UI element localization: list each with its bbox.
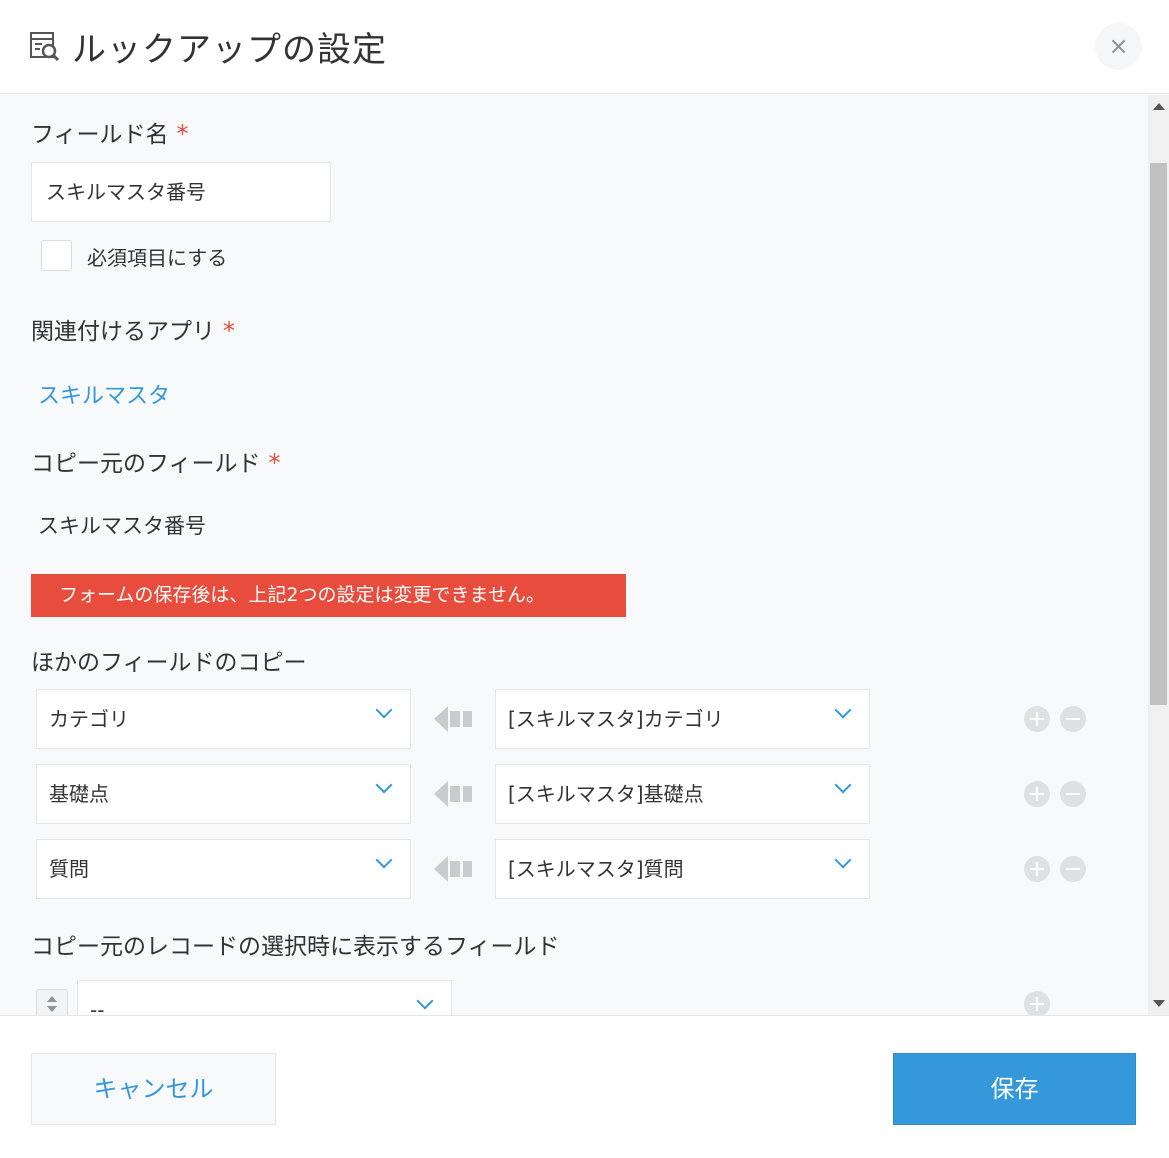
display-fields-label: コピー元のレコードの選択時に表示するフィールド xyxy=(31,934,560,960)
related-app-label: 関連付けるアプリ * xyxy=(31,317,235,345)
chevron-down-icon xyxy=(834,701,852,719)
chevron-down-icon xyxy=(834,776,852,794)
display-field-select[interactable]: -- xyxy=(77,980,452,1015)
copy-other-label: ほかのフィールドのコピー xyxy=(31,650,307,676)
required-checkbox[interactable] xyxy=(41,240,72,271)
sort-arrows-icon xyxy=(47,996,57,1012)
arrow-left-icon xyxy=(434,706,472,732)
reorder-handle[interactable] xyxy=(36,989,68,1015)
source-field-label: コピー元のフィールド * xyxy=(31,449,281,477)
chevron-down-icon xyxy=(375,776,393,794)
dialog-footer: キャンセル 保存 xyxy=(0,1015,1169,1158)
target-field-select[interactable]: 基礎点 xyxy=(36,764,411,824)
close-icon: × xyxy=(1108,32,1129,60)
required-mark: * xyxy=(223,317,235,345)
lookup-icon xyxy=(30,32,60,62)
warning-banner: フォームの保存後は、上記2つの設定は変更できません。 xyxy=(31,574,626,617)
target-field-select[interactable]: 質問 xyxy=(36,839,411,899)
add-row-button[interactable] xyxy=(1024,706,1050,732)
dialog-title: ルックアップの設定 xyxy=(72,30,387,70)
chevron-down-icon xyxy=(834,851,852,869)
save-button[interactable]: 保存 xyxy=(893,1053,1136,1125)
dialog-header: ルックアップの設定 × xyxy=(0,0,1169,94)
scrollbar-thumb[interactable] xyxy=(1150,163,1167,705)
source-field-select[interactable]: [スキルマスタ]質問 xyxy=(495,839,870,899)
arrow-left-icon xyxy=(434,856,472,882)
remove-row-button[interactable] xyxy=(1060,706,1086,732)
chevron-down-icon xyxy=(416,992,434,1010)
source-field-select[interactable]: [スキルマスタ]カテゴリ xyxy=(495,689,870,749)
scrollbar[interactable] xyxy=(1148,95,1169,1015)
cancel-button[interactable]: キャンセル xyxy=(31,1053,276,1125)
required-checkbox-label[interactable]: 必須項目にする xyxy=(87,242,227,271)
chevron-down-icon xyxy=(375,701,393,719)
source-field-select[interactable]: [スキルマスタ]基礎点 xyxy=(495,764,870,824)
remove-row-button[interactable] xyxy=(1060,856,1086,882)
scroll-down-icon[interactable] xyxy=(1153,1000,1165,1007)
required-mark: * xyxy=(176,120,189,148)
add-row-button[interactable] xyxy=(1024,856,1050,882)
scroll-up-icon[interactable] xyxy=(1153,103,1165,110)
required-mark: * xyxy=(268,449,281,477)
chevron-down-icon xyxy=(375,851,393,869)
arrow-left-icon xyxy=(434,781,472,807)
dialog-body: フィールド名 * スキルマスタ番号 必須項目にする 関連付けるアプリ * スキルマス… xyxy=(0,95,1148,1015)
source-field-value: スキルマスタ番号 xyxy=(38,514,206,538)
add-row-button[interactable] xyxy=(1024,781,1050,807)
related-app-link[interactable]: スキルマスタ xyxy=(38,378,170,410)
target-field-select[interactable]: カテゴリ xyxy=(36,689,411,749)
add-display-field-button[interactable] xyxy=(1024,991,1050,1015)
field-name-input[interactable]: スキルマスタ番号 xyxy=(31,162,331,222)
remove-row-button[interactable] xyxy=(1060,781,1086,807)
close-button[interactable]: × xyxy=(1095,23,1142,70)
field-name-label: フィールド名 * xyxy=(31,120,189,148)
